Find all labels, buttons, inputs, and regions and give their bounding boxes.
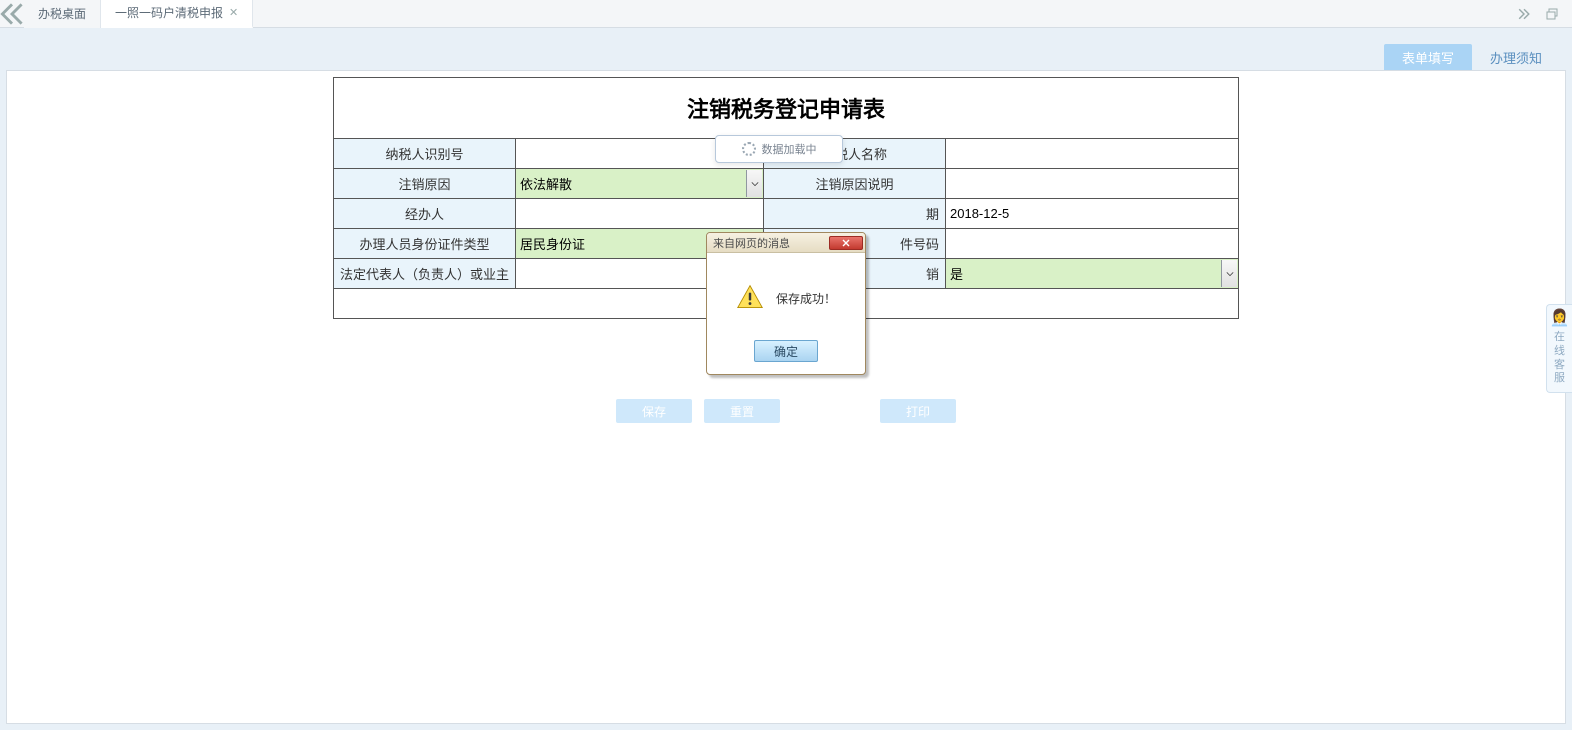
label-agent: 经办人 bbox=[334, 199, 516, 229]
id-no-chip bbox=[950, 233, 1060, 251]
action-row: 保存 重置 打印 bbox=[333, 399, 1239, 423]
spinner-icon bbox=[742, 142, 756, 156]
window-restore-icon[interactable] bbox=[1538, 4, 1566, 24]
value-date[interactable]: 2018-12-5 bbox=[946, 199, 1239, 229]
tab-bar: 办税桌面 一照一码户清税申报 ✕ bbox=[0, 0, 1572, 28]
label-cancel-reason-desc: 注销原因说明 bbox=[764, 169, 946, 199]
legal-rep-chip bbox=[520, 263, 558, 281]
content-panel: 注销税务登记申请表 纳税人识别号 纳税人名称 注销原因 依法解散 bbox=[6, 70, 1566, 724]
sub-tabs: 表单填写 办理须知 bbox=[1384, 44, 1560, 70]
value-agent[interactable] bbox=[516, 199, 764, 229]
subtab-form-fill[interactable]: 表单填写 bbox=[1384, 44, 1472, 70]
label-taxpayer-id: 纳税人识别号 bbox=[334, 139, 516, 169]
chevron-down-icon[interactable] bbox=[746, 170, 762, 197]
page-title: 注销税务登记申请表 bbox=[333, 77, 1239, 138]
save-button[interactable]: 保存 bbox=[616, 399, 692, 423]
print-button[interactable]: 打印 bbox=[880, 399, 956, 423]
value-taxpayer-name[interactable] bbox=[946, 139, 1239, 169]
close-button[interactable] bbox=[829, 236, 863, 250]
cancel-flag-value: 是 bbox=[950, 267, 963, 282]
label-date: 期 bbox=[764, 199, 946, 229]
tab-label: 办税桌面 bbox=[38, 5, 86, 22]
reset-button[interactable]: 重置 bbox=[704, 399, 780, 423]
value-id-no[interactable] bbox=[946, 229, 1239, 259]
chevron-down-icon[interactable] bbox=[1221, 260, 1237, 287]
dialog-message: 保存成功！ bbox=[776, 290, 836, 307]
id-type-value: 居民身份证 bbox=[520, 237, 585, 252]
value-cancel-reason-desc[interactable] bbox=[946, 169, 1239, 199]
subtab-notice[interactable]: 办理须知 bbox=[1472, 44, 1560, 70]
online-service-tab[interactable]: 👩‍💼 在线客服 bbox=[1546, 304, 1572, 393]
warning-icon bbox=[736, 283, 764, 314]
dropdown-cancel-flag[interactable]: 是 bbox=[946, 259, 1239, 289]
dropdown-cancel-reason[interactable]: 依法解散 bbox=[516, 169, 764, 199]
dialog-title-text: 来自网页的消息 bbox=[713, 235, 790, 251]
ok-button[interactable]: 确定 bbox=[754, 340, 818, 362]
dialog-titlebar[interactable]: 来自网页的消息 bbox=[707, 233, 865, 253]
subtab-label: 办理须知 bbox=[1490, 48, 1542, 67]
loading-indicator: 数据加载中 bbox=[715, 135, 843, 163]
tabs-scroll-right[interactable] bbox=[1510, 4, 1538, 24]
cancel-reason-value: 依法解散 bbox=[520, 177, 572, 192]
label-cancel-reason: 注销原因 bbox=[334, 169, 516, 199]
tab-clearing[interactable]: 一照一码户清税申报 ✕ bbox=[101, 0, 253, 28]
message-dialog: 来自网页的消息 保存成功！ 确定 bbox=[706, 232, 866, 375]
tab-label: 一照一码户清税申报 bbox=[115, 4, 223, 21]
tab-desktop[interactable]: 办税桌面 bbox=[24, 0, 101, 28]
service-text: 在线客服 bbox=[1554, 331, 1565, 384]
subtab-label: 表单填写 bbox=[1402, 48, 1454, 67]
close-icon[interactable]: ✕ bbox=[229, 6, 238, 19]
agent-icon: 👩‍💼 bbox=[1549, 309, 1570, 329]
label-id-type: 办理人员身份证件类型 bbox=[334, 229, 516, 259]
loading-text: 数据加载中 bbox=[762, 141, 817, 157]
tabs-scroll-left[interactable] bbox=[0, 0, 24, 28]
label-legal-rep: 法定代表人（负责人）或业主 bbox=[334, 259, 516, 289]
agent-chip bbox=[520, 203, 558, 221]
taxpayer-id-chip bbox=[520, 143, 660, 161]
